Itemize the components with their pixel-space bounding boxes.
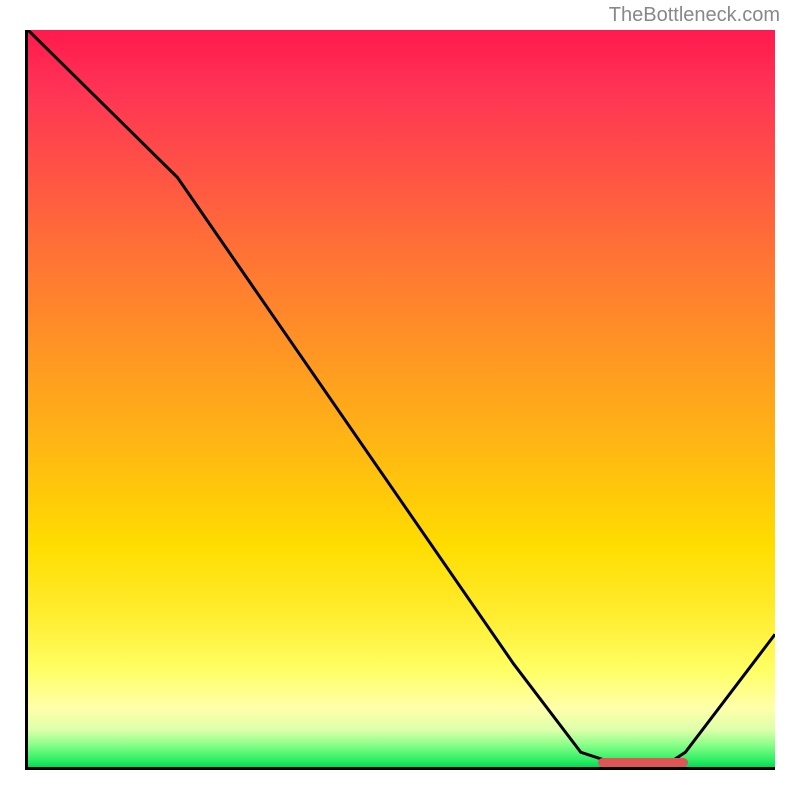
chart-container: [25, 30, 775, 770]
gradient-background: [28, 30, 775, 767]
optimal-range-marker: [598, 758, 688, 767]
watermark-text: TheBottleneck.com: [609, 4, 780, 27]
